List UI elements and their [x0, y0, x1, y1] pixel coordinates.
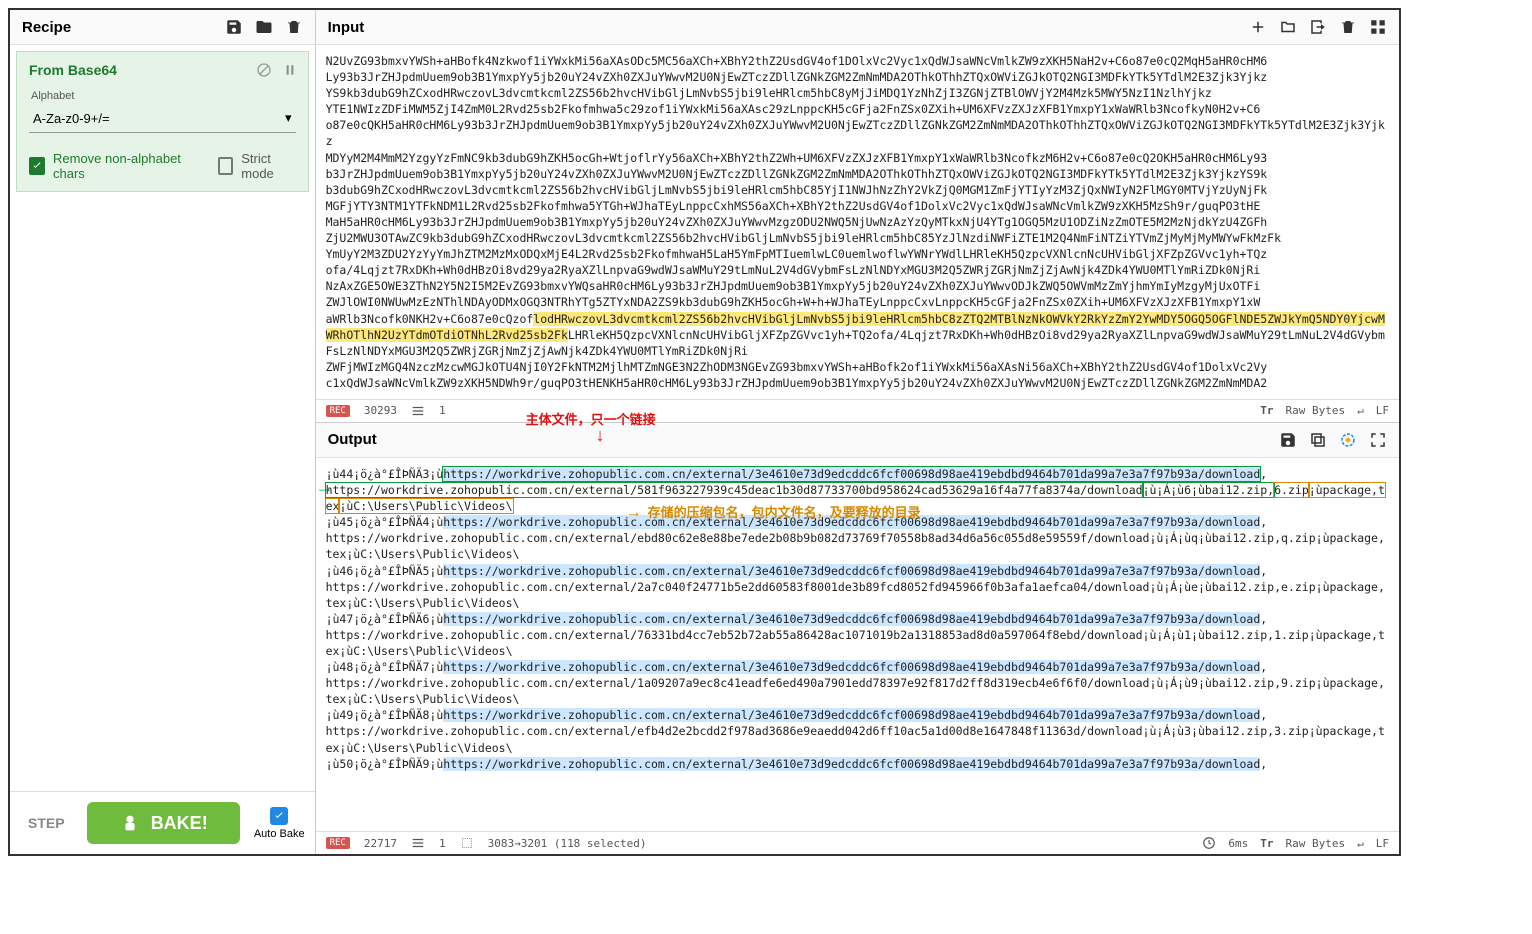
recipe-trash-icon[interactable]	[285, 18, 303, 36]
input-text[interactable]: N2UvZG93bmxvYWSh+aHBofk4Nzkwof1iYWxkMi56…	[316, 45, 1399, 399]
input-section: Input N2UvZG93bmxvYWSh+aHBofk4Nzkwof1iYW…	[316, 10, 1399, 423]
output-eol-arrow-icon: ↵	[1357, 837, 1364, 850]
output-fullscreen-icon[interactable]	[1369, 431, 1387, 449]
input-trash-icon[interactable]	[1339, 18, 1357, 36]
op-pause-icon[interactable]	[282, 62, 298, 81]
remove-nonalpha-checkbox[interactable]	[29, 157, 45, 175]
recipe-save-icon[interactable]	[225, 18, 243, 36]
output-length: 22717	[364, 837, 397, 850]
recipe-footer: STEP BAKE! Auto Bake	[10, 791, 315, 854]
recipe-header: Recipe	[10, 10, 315, 45]
strict-mode-checkbox[interactable]	[218, 157, 234, 175]
input-title: Input	[328, 19, 365, 36]
input-lines: 1	[439, 404, 446, 417]
autobake-label: Auto Bake	[254, 828, 305, 840]
lines-icon	[411, 404, 425, 418]
recipe-folder-icon[interactable]	[255, 18, 273, 36]
input-eol-arrow-icon: ↵	[1357, 404, 1364, 417]
alphabet-value: A-Za-z0-9+/=	[33, 111, 110, 126]
output-rawbytes[interactable]: Raw Bytes	[1286, 837, 1346, 850]
input-tr[interactable]: Tr	[1260, 404, 1273, 417]
chef-icon	[119, 812, 141, 834]
output-copy-icon[interactable]	[1309, 431, 1327, 449]
bake-button[interactable]: BAKE!	[87, 802, 240, 844]
output-replace-icon[interactable]	[1339, 431, 1357, 449]
input-import-icon[interactable]	[1309, 18, 1327, 36]
autobake-checkbox[interactable]	[270, 807, 288, 825]
recipe-panel: Recipe From Base64 Alphabet A-Za-z0	[10, 10, 316, 854]
recipe-title: Recipe	[22, 19, 71, 36]
recipe-body: From Base64 Alphabet A-Za-z0-9+/= ▾ Remo…	[10, 45, 315, 791]
output-title: Output	[328, 431, 377, 448]
output-time: 6ms	[1228, 837, 1248, 850]
dropdown-caret-icon: ▾	[285, 110, 292, 126]
step-button[interactable]: STEP	[20, 815, 73, 831]
rec-badge-out: REC	[326, 837, 350, 849]
input-folder-open-icon[interactable]	[1279, 18, 1297, 36]
remove-nonalpha-label: Remove non-alphabet chars	[53, 151, 190, 181]
strict-mode-label: Strict mode	[241, 151, 295, 181]
output-section: Output ¡ù44¡ö¿à°£ÎÞÑÄ3¡ùhttps://workdriv…	[316, 423, 1399, 854]
output-tr[interactable]: Tr	[1260, 837, 1273, 850]
bake-label: BAKE!	[151, 813, 208, 834]
rec-badge: REC	[326, 405, 350, 417]
autobake-toggle[interactable]: Auto Bake	[254, 807, 305, 840]
output-text[interactable]: ¡ù44¡ö¿à°£ÎÞÑÄ3¡ùhttps://workdrive.zohop…	[316, 458, 1399, 831]
output-status-bar: REC 22717 1 3083→3201 (118 selected) 6ms…	[316, 831, 1399, 854]
input-rawbytes[interactable]: Raw Bytes	[1286, 404, 1346, 417]
output-save-icon[interactable]	[1279, 431, 1297, 449]
alphabet-label: Alphabet	[31, 90, 294, 102]
input-grid-icon[interactable]	[1369, 18, 1387, 36]
output-header: Output	[316, 423, 1399, 458]
input-status-bar: REC 30293 1 Tr Raw Bytes ↵ LF	[316, 399, 1399, 422]
op-disable-icon[interactable]	[256, 62, 272, 81]
selection-icon	[460, 836, 474, 850]
clock-icon	[1202, 836, 1216, 850]
lines-icon-out	[411, 836, 425, 850]
output-selection: 3083→3201 (118 selected)	[488, 837, 647, 850]
input-header: Input	[316, 10, 1399, 45]
input-length: 30293	[364, 404, 397, 417]
alphabet-select[interactable]: A-Za-z0-9+/= ▾	[29, 104, 296, 133]
input-add-icon[interactable]	[1249, 18, 1267, 36]
operation-from-base64[interactable]: From Base64 Alphabet A-Za-z0-9+/= ▾ Remo…	[16, 51, 309, 192]
output-lf[interactable]: LF	[1376, 837, 1389, 850]
input-lf[interactable]: LF	[1376, 404, 1389, 417]
output-lines: 1	[439, 837, 446, 850]
